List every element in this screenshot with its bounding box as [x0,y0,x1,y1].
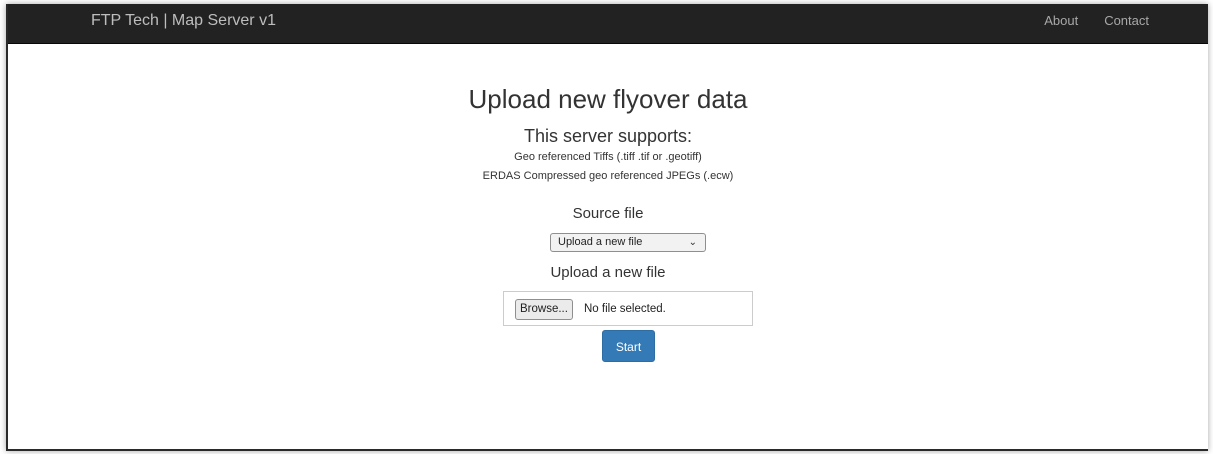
browser-window: FTP Tech | Map Server v1 About Contact U… [6,4,1208,451]
chevron-down-icon: ⌄ [688,237,697,248]
source-file-label: Source file [572,205,644,222]
supported-format-tiff: Geo referenced Tiffs (.tiff .tif or .geo… [514,151,702,163]
source-file-select[interactable]: Upload a new file ⌄ [550,233,706,252]
source-file-select-box[interactable]: Upload a new file ⌄ [550,233,706,252]
upload-new-file-label: Upload a new file [550,264,666,281]
navbar-links: About Contact [1031,4,1162,38]
file-status-text: No file selected. [584,303,666,315]
browse-button[interactable]: Browse... [515,299,573,320]
supported-format-ecw: ERDAS Compressed geo referenced JPEGs (.… [482,170,734,182]
supports-heading: This server supports: [523,126,693,146]
nav-link-about[interactable]: About [1031,4,1091,38]
file-input[interactable]: Browse... No file selected. [503,291,753,326]
nav-link-contact[interactable]: Contact [1091,4,1162,38]
start-button[interactable]: Start [602,330,655,362]
navbar-brand[interactable]: FTP Tech | Map Server v1 [91,4,276,38]
page-title: Upload new flyover data [468,84,748,114]
source-file-selected-value: Upload a new file [558,236,643,248]
top-navbar: FTP Tech | Map Server v1 About Contact [8,4,1208,44]
screenshot-frame: FTP Tech | Map Server v1 About Contact U… [0,0,1213,454]
